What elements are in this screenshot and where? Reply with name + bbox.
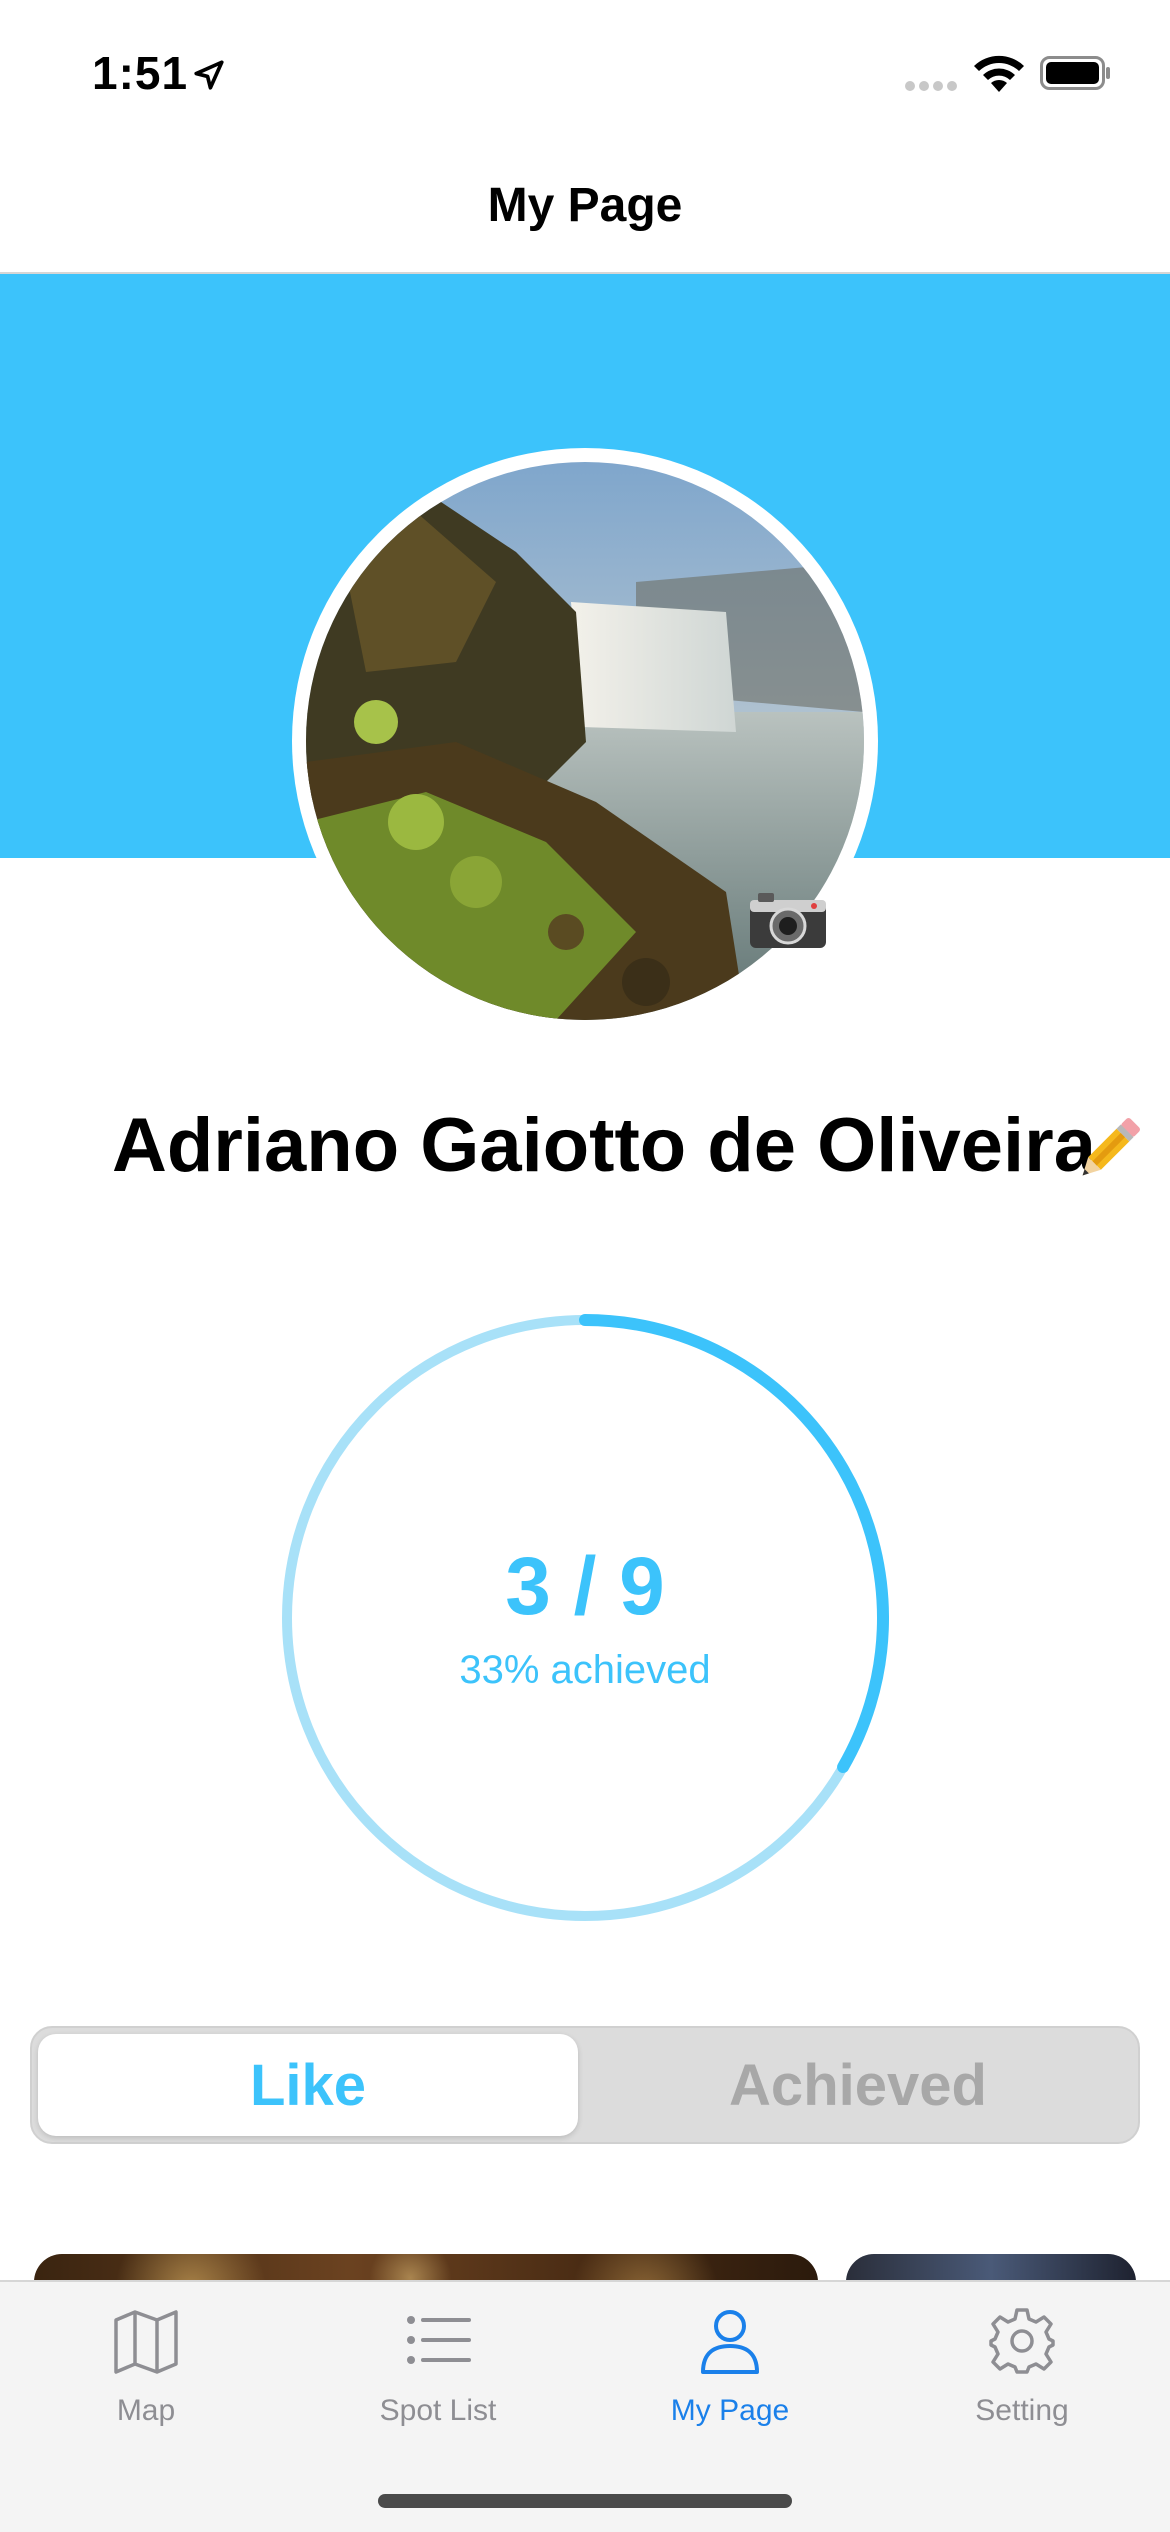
tab-label: Setting — [975, 2394, 1069, 2427]
navigation-bar: My Page — [0, 140, 1170, 274]
progress-label: 33% achieved — [459, 1648, 711, 1692]
map-icon — [114, 2310, 178, 2374]
avatar[interactable] — [292, 448, 878, 1034]
person-icon — [701, 2310, 759, 2374]
segmented-control: Like Achieved — [30, 2026, 1140, 2144]
wifi-icon — [974, 55, 1024, 92]
user-name: Adriano Gaiotto de Oliveira — [112, 1103, 1096, 1188]
tab-my-page[interactable]: My Page — [584, 2282, 876, 2462]
page-title: My Page — [487, 179, 683, 232]
segment-like[interactable]: Like — [38, 2034, 578, 2136]
segment-achieved[interactable]: Achieved — [582, 2034, 1134, 2136]
status-bar: 1:51 — [0, 0, 1170, 140]
pencil-icon[interactable] — [1068, 1110, 1148, 1190]
battery-icon — [1040, 56, 1110, 90]
location-arrow-icon — [194, 60, 224, 90]
tab-setting[interactable]: Setting — [876, 2282, 1168, 2462]
gear-icon — [989, 2308, 1055, 2374]
tab-label: Spot List — [379, 2394, 497, 2427]
status-time: 1:51 — [92, 47, 189, 99]
signal-icon — [905, 78, 961, 96]
list-icon — [407, 2316, 471, 2364]
tab-map[interactable]: Map — [0, 2282, 292, 2462]
camera-icon[interactable] — [748, 888, 828, 950]
home-indicator — [378, 2494, 792, 2508]
progress-count: 3 / 9 — [505, 1541, 665, 1632]
tab-spot-list[interactable]: Spot List — [292, 2282, 584, 2462]
tab-label: My Page — [670, 2394, 790, 2427]
tab-label: Map — [116, 2394, 176, 2427]
